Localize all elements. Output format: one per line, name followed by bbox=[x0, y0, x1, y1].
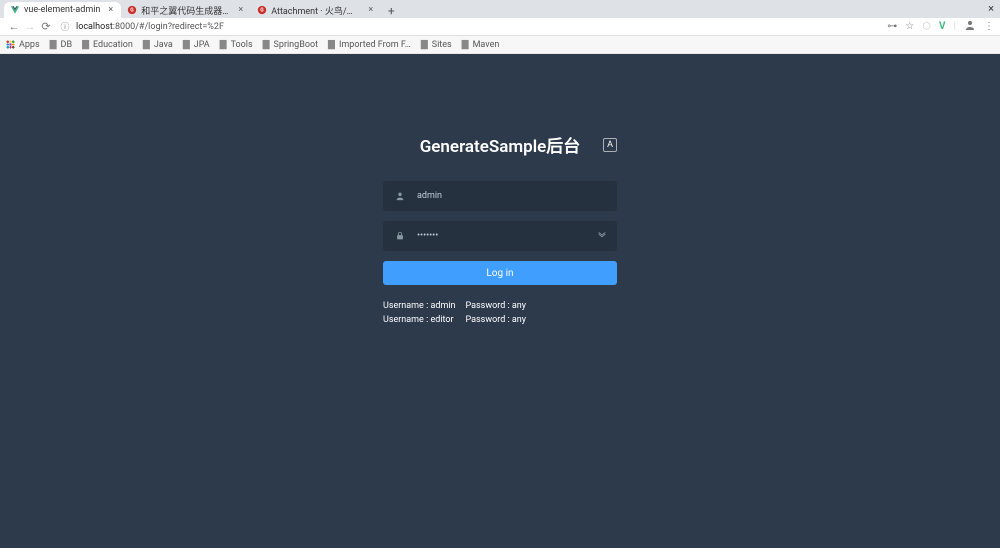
tip-admin-user: Username : admin bbox=[383, 299, 456, 313]
star-icon[interactable]: ☆ bbox=[905, 21, 914, 32]
login-page: GenerateSample后台 A Log in Username : adm… bbox=[0, 54, 1000, 548]
tip-editor-pass: Password : any bbox=[466, 313, 527, 327]
username-field-wrapper bbox=[383, 181, 617, 211]
user-icon bbox=[393, 191, 407, 201]
password-field-wrapper bbox=[383, 221, 617, 251]
bookmark-label: Imported From F… bbox=[339, 40, 411, 50]
bookmark-folder[interactable]: ▇ SpringBoot bbox=[263, 40, 318, 50]
close-icon[interactable]: × bbox=[238, 5, 243, 15]
bookmark-label: Java bbox=[154, 40, 173, 50]
folder-icon: ▇ bbox=[462, 40, 469, 50]
apps-icon bbox=[6, 40, 15, 49]
bookmark-label: Tools bbox=[231, 40, 253, 50]
addr-right-controls: ⊶ ☆ ⬡ V | ⋮ bbox=[887, 19, 994, 34]
bookmark-folder[interactable]: ▇ DB bbox=[50, 40, 72, 50]
svg-text:G: G bbox=[261, 8, 265, 14]
page-title: GenerateSample后台 bbox=[420, 132, 581, 157]
lock-icon bbox=[393, 231, 407, 241]
chevron-down-icon[interactable] bbox=[597, 230, 607, 243]
browser-tab-bar: vue-element-admin × G 和平之翼代码生成器SME… × G … bbox=[0, 0, 1000, 18]
login-tips: Username : admin Username : editor Passw… bbox=[383, 299, 617, 327]
window-close-icon[interactable]: × bbox=[988, 2, 994, 15]
vue-icon bbox=[10, 5, 20, 15]
svg-text:G: G bbox=[131, 8, 135, 14]
language-switch-icon[interactable]: A bbox=[603, 138, 617, 152]
folder-icon: ▇ bbox=[328, 40, 335, 50]
login-form: GenerateSample后台 A Log in Username : adm… bbox=[383, 132, 617, 548]
bookmark-folder[interactable]: ▇ Maven bbox=[462, 40, 500, 50]
bookmark-folder[interactable]: ▇ Tools bbox=[220, 40, 253, 50]
tab-title: 和平之翼代码生成器SME… bbox=[141, 4, 230, 17]
tab-title: Attachment · 火鸟/和平之… bbox=[271, 4, 360, 17]
folder-icon: ▇ bbox=[50, 40, 57, 50]
bookmark-label: DB bbox=[61, 40, 73, 50]
bookmark-label: SpringBoot bbox=[274, 40, 318, 50]
separator: | bbox=[954, 21, 956, 32]
folder-icon: ▇ bbox=[263, 40, 270, 50]
reload-button[interactable]: ⟳ bbox=[38, 20, 54, 33]
new-tab-button[interactable]: + bbox=[381, 4, 401, 18]
title-row: GenerateSample后台 A bbox=[383, 132, 617, 157]
bookmarks-bar: Apps ▇ DB ▇ Education ▇ Java ▇ JPA ▇ Tools ▇ S… bbox=[0, 36, 1000, 54]
folder-icon: ▇ bbox=[220, 40, 227, 50]
extension-icon[interactable]: ⬡ bbox=[922, 21, 931, 32]
folder-icon: ▇ bbox=[82, 40, 89, 50]
bookmark-folder[interactable]: ▇ Sites bbox=[421, 40, 452, 50]
folder-icon: ▇ bbox=[143, 40, 150, 50]
tab-title: vue-element-admin bbox=[24, 5, 100, 15]
close-icon[interactable]: × bbox=[368, 5, 373, 15]
url-host: localhost bbox=[76, 22, 113, 32]
bookmark-folder[interactable]: ▇ Java bbox=[143, 40, 173, 50]
bookmark-label: JPA bbox=[194, 40, 210, 50]
tip-admin-pass: Password : any bbox=[466, 299, 527, 313]
browser-tab[interactable]: G Attachment · 火鸟/和平之… × bbox=[251, 2, 381, 18]
tip-editor-user: Username : editor bbox=[383, 313, 456, 327]
site-info-icon[interactable]: ⓘ bbox=[58, 20, 72, 33]
password-input[interactable] bbox=[417, 231, 597, 241]
bookmark-folder[interactable]: ▇ JPA bbox=[183, 40, 210, 50]
url-display[interactable]: localhost:8000/#/login?redirect=%2F bbox=[76, 22, 887, 32]
bookmark-folder[interactable]: ▇ Education bbox=[82, 40, 133, 50]
folder-icon: ▇ bbox=[183, 40, 190, 50]
folder-icon: ▇ bbox=[421, 40, 428, 50]
close-icon[interactable]: × bbox=[108, 5, 113, 15]
vue-devtools-icon[interactable]: V bbox=[939, 21, 946, 32]
site-icon: G bbox=[127, 5, 137, 15]
url-path: :8000/#/login?redirect=%2F bbox=[113, 22, 224, 32]
bookmark-apps[interactable]: Apps bbox=[6, 40, 40, 50]
back-button[interactable]: ← bbox=[6, 20, 22, 33]
bookmark-label: Maven bbox=[473, 40, 500, 50]
address-bar: ← → ⟳ ⓘ localhost:8000/#/login?redirect=… bbox=[0, 18, 1000, 36]
site-icon: G bbox=[257, 5, 267, 15]
bookmark-folder[interactable]: ▇ Imported From F… bbox=[328, 40, 411, 50]
password-key-icon[interactable]: ⊶ bbox=[887, 21, 897, 32]
menu-icon[interactable]: ⋮ bbox=[984, 21, 994, 32]
bookmark-label: Education bbox=[93, 40, 133, 50]
forward-button[interactable]: → bbox=[22, 20, 38, 33]
bookmark-label: Sites bbox=[432, 40, 452, 50]
browser-tab-active[interactable]: vue-element-admin × bbox=[4, 2, 121, 18]
bookmark-label: Apps bbox=[19, 40, 40, 50]
browser-tab[interactable]: G 和平之翼代码生成器SME… × bbox=[121, 2, 251, 18]
profile-icon[interactable] bbox=[964, 19, 976, 34]
username-input[interactable] bbox=[417, 191, 607, 201]
login-button[interactable]: Log in bbox=[383, 261, 617, 285]
